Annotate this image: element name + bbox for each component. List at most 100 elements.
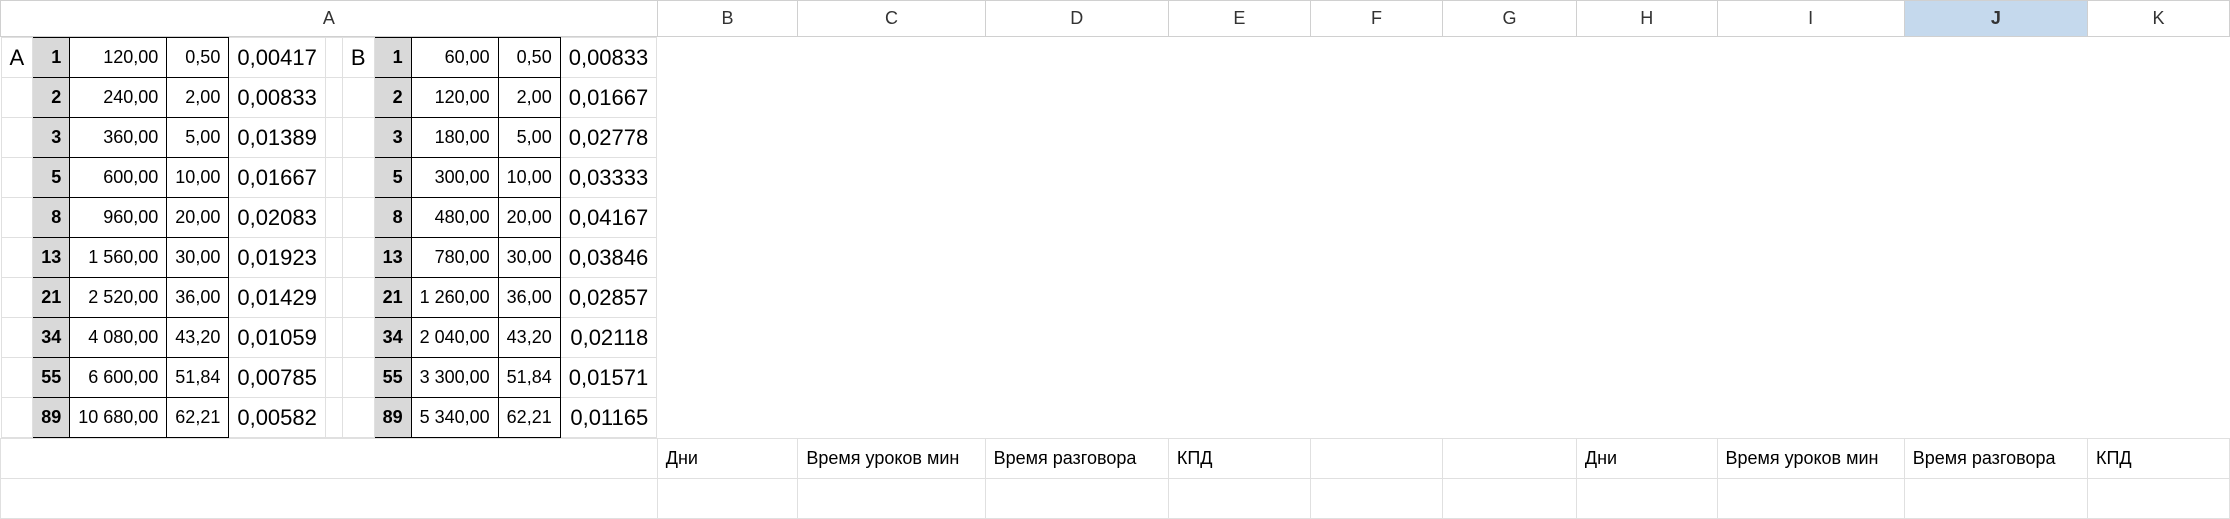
cell-E-1[interactable]: 0,00417 — [229, 38, 326, 78]
column-header-D[interactable]: D — [985, 1, 1168, 37]
cell-E-10[interactable]: 0,00582 — [229, 398, 326, 438]
footer-cell-H[interactable]: Дни — [1576, 439, 1717, 479]
cell-D-1[interactable]: 0,50 — [167, 38, 229, 78]
cell-D-2[interactable]: 2,00 — [167, 78, 229, 118]
cell-B-2[interactable]: 2 — [33, 78, 70, 118]
cell-F-1[interactable] — [325, 38, 342, 78]
column-header-F[interactable]: F — [1310, 1, 1442, 37]
cell-A-3[interactable] — [1, 118, 33, 158]
empty-cell-J[interactable] — [1904, 479, 2087, 519]
cell-D-6[interactable]: 30,00 — [167, 238, 229, 278]
cell-K-6[interactable]: 0,03846 — [560, 238, 657, 278]
column-header-K[interactable]: K — [2087, 1, 2229, 37]
cell-E-8[interactable]: 0,01059 — [229, 318, 326, 358]
cell-C-1[interactable]: 120,00 — [70, 38, 167, 78]
cell-H-6[interactable]: 13 — [374, 238, 411, 278]
footer-cell-C[interactable]: Время уроков мин — [798, 439, 985, 479]
cell-G-8[interactable] — [342, 318, 374, 358]
cell-G-7[interactable] — [342, 278, 374, 318]
cell-C-8[interactable]: 4 080,00 — [70, 318, 167, 358]
cell-E-4[interactable]: 0,01667 — [229, 158, 326, 198]
empty-cell-D[interactable] — [985, 479, 1168, 519]
cell-H-3[interactable]: 3 — [374, 118, 411, 158]
cell-F-3[interactable] — [325, 118, 342, 158]
cell-G-2[interactable] — [342, 78, 374, 118]
cell-A-7[interactable] — [1, 278, 33, 318]
empty-cell-F[interactable] — [1310, 479, 1442, 519]
cell-K-2[interactable]: 0,01667 — [560, 78, 657, 118]
cell-I-10[interactable]: 5 340,00 — [411, 398, 498, 438]
cell-F-4[interactable] — [325, 158, 342, 198]
cell-J-1[interactable]: 0,50 — [498, 38, 560, 78]
cell-F-2[interactable] — [325, 78, 342, 118]
cell-D-9[interactable]: 51,84 — [167, 358, 229, 398]
empty-cell-I[interactable] — [1717, 479, 1904, 519]
cell-F-8[interactable] — [325, 318, 342, 358]
cell-B-7[interactable]: 21 — [33, 278, 70, 318]
empty-cell-G[interactable] — [1443, 479, 1577, 519]
cell-A-10[interactable] — [1, 398, 33, 438]
cell-I-8[interactable]: 2 040,00 — [411, 318, 498, 358]
cell-H-2[interactable]: 2 — [374, 78, 411, 118]
cell-B-3[interactable]: 3 — [33, 118, 70, 158]
cell-F-6[interactable] — [325, 238, 342, 278]
cell-B-1[interactable]: 1 — [33, 38, 70, 78]
cell-J-6[interactable]: 30,00 — [498, 238, 560, 278]
cell-J-5[interactable]: 20,00 — [498, 198, 560, 238]
cell-C-4[interactable]: 600,00 — [70, 158, 167, 198]
cell-J-8[interactable]: 43,20 — [498, 318, 560, 358]
empty-cell-A[interactable] — [1, 479, 658, 519]
cell-H-10[interactable]: 89 — [374, 398, 411, 438]
cell-C-10[interactable]: 10 680,00 — [70, 398, 167, 438]
cell-E-3[interactable]: 0,01389 — [229, 118, 326, 158]
cell-I-5[interactable]: 480,00 — [411, 198, 498, 238]
column-header-I[interactable]: I — [1717, 1, 1904, 37]
cell-J-3[interactable]: 5,00 — [498, 118, 560, 158]
cell-K-1[interactable]: 0,00833 — [560, 38, 657, 78]
column-header-G[interactable]: G — [1443, 1, 1577, 37]
cell-D-10[interactable]: 62,21 — [167, 398, 229, 438]
cell-E-6[interactable]: 0,01923 — [229, 238, 326, 278]
column-header-J[interactable]: J — [1904, 1, 2087, 37]
cell-G-10[interactable] — [342, 398, 374, 438]
cell-A-5[interactable] — [1, 198, 33, 238]
cell-I-2[interactable]: 120,00 — [411, 78, 498, 118]
cell-K-10[interactable]: 0,01165 — [560, 398, 657, 438]
cell-F-10[interactable] — [325, 398, 342, 438]
cell-C-3[interactable]: 360,00 — [70, 118, 167, 158]
cell-B-8[interactable]: 34 — [33, 318, 70, 358]
cell-J-7[interactable]: 36,00 — [498, 278, 560, 318]
cell-G-9[interactable] — [342, 358, 374, 398]
footer-cell-A[interactable] — [1, 439, 658, 479]
cell-G-3[interactable] — [342, 118, 374, 158]
cell-A-1[interactable]: A — [1, 38, 33, 78]
empty-cell-B[interactable] — [657, 479, 798, 519]
cell-B-4[interactable]: 5 — [33, 158, 70, 198]
cell-B-9[interactable]: 55 — [33, 358, 70, 398]
cell-J-2[interactable]: 2,00 — [498, 78, 560, 118]
cell-B-5[interactable]: 8 — [33, 198, 70, 238]
footer-cell-K[interactable]: КПД — [2087, 439, 2229, 479]
cell-E-9[interactable]: 0,00785 — [229, 358, 326, 398]
cell-I-6[interactable]: 780,00 — [411, 238, 498, 278]
cell-A-9[interactable] — [1, 358, 33, 398]
cell-K-8[interactable]: 0,02118 — [560, 318, 657, 358]
cell-D-4[interactable]: 10,00 — [167, 158, 229, 198]
footer-cell-B[interactable]: Дни — [657, 439, 798, 479]
cell-J-4[interactable]: 10,00 — [498, 158, 560, 198]
cell-K-3[interactable]: 0,02778 — [560, 118, 657, 158]
cell-J-10[interactable]: 62,21 — [498, 398, 560, 438]
cell-G-6[interactable] — [342, 238, 374, 278]
cell-H-5[interactable]: 8 — [374, 198, 411, 238]
cell-C-9[interactable]: 6 600,00 — [70, 358, 167, 398]
column-header-B[interactable]: B — [657, 1, 798, 37]
cell-H-4[interactable]: 5 — [374, 158, 411, 198]
column-header-H[interactable]: H — [1576, 1, 1717, 37]
column-header-C[interactable]: C — [798, 1, 985, 37]
cell-I-4[interactable]: 300,00 — [411, 158, 498, 198]
footer-cell-E[interactable]: КПД — [1168, 439, 1310, 479]
spreadsheet-grid[interactable]: ABCDEFGHIJK A1120,000,500,00417B160,000,… — [0, 0, 2230, 519]
cell-G-1[interactable]: B — [342, 38, 374, 78]
cell-D-7[interactable]: 36,00 — [167, 278, 229, 318]
empty-cell-K[interactable] — [2087, 479, 2229, 519]
